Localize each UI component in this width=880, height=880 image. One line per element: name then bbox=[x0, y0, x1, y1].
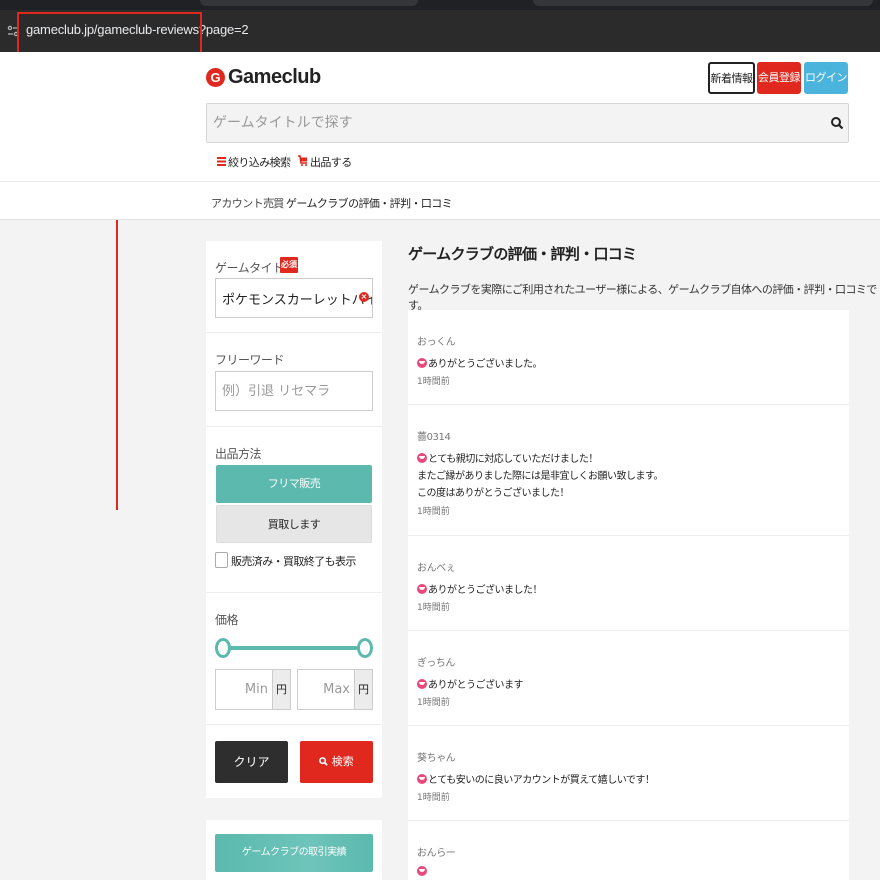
news-button[interactable]: 新着情報 bbox=[708, 62, 755, 94]
review-comment: ありがとうございました！ bbox=[417, 581, 543, 596]
review-comment: ありがとうございました。 bbox=[417, 355, 543, 370]
buyback-option-button[interactable]: 買取します bbox=[216, 505, 372, 543]
reviewer-name: 葵ちゃん bbox=[417, 753, 456, 764]
search-box bbox=[206, 103, 849, 143]
yen-unit: 円 bbox=[272, 670, 290, 709]
review-text: ありがとうございます bbox=[428, 680, 524, 691]
review-text: またご縁がありました際には是非宜しくお願い致します。 bbox=[417, 471, 664, 482]
review-time: 1時間前 bbox=[417, 698, 450, 708]
show-sold-checkbox[interactable] bbox=[215, 552, 228, 568]
divider bbox=[286, 153, 287, 169]
smile-icon bbox=[417, 773, 427, 784]
url-highlight-annotation bbox=[17, 12, 202, 54]
divider bbox=[206, 426, 382, 427]
search-button[interactable]: 検索 bbox=[300, 741, 373, 783]
page-title: ゲームクラブの評価・評判・口コミ bbox=[408, 245, 637, 263]
price-slider-min-handle[interactable] bbox=[215, 638, 231, 658]
review-item: おんべぇ ありがとうございました！ 1時間前 bbox=[408, 536, 849, 631]
price-slider-track[interactable] bbox=[228, 646, 360, 650]
price-label: 価格 bbox=[215, 613, 239, 627]
search-input[interactable] bbox=[207, 104, 807, 142]
review-time: 1時間前 bbox=[417, 603, 450, 613]
review-item: おっくん ありがとうございました。 1時間前 bbox=[408, 310, 849, 405]
breadcrumb-current: ゲームクラブの評価・評判・口コミ bbox=[286, 197, 453, 210]
search-icon bbox=[319, 757, 328, 766]
review-item: 薔0314 とても親切に対応していただけました！ またご縁がありました際には是非… bbox=[408, 405, 849, 536]
reviewer-name: おんらー bbox=[417, 848, 456, 859]
review-comment: ありがとうございます bbox=[417, 676, 524, 691]
review-text: ありがとうございました。 bbox=[428, 359, 543, 370]
reviewer-name: 薔0314 bbox=[417, 432, 451, 443]
flea-market-option-button[interactable]: フリマ販売 bbox=[216, 465, 372, 503]
sell-link[interactable]: 出品する bbox=[298, 154, 352, 170]
filter-search-link[interactable]: 絞り込み検索 bbox=[217, 154, 291, 170]
sell-label: 出品する bbox=[310, 156, 352, 169]
reviewer-name: おんべぇ bbox=[417, 563, 456, 574]
smile-icon bbox=[417, 357, 427, 368]
reviewer-name: おっくん bbox=[417, 337, 456, 348]
listing-method-label: 出品方法 bbox=[215, 447, 262, 461]
breadcrumb-separator: 〉 bbox=[272, 197, 283, 210]
price-max-placeholder: Max bbox=[323, 682, 350, 697]
search-icon[interactable] bbox=[830, 115, 844, 130]
review-time: 1時間前 bbox=[417, 507, 450, 517]
logo[interactable]: G Gameclub bbox=[206, 66, 321, 89]
smile-icon bbox=[417, 583, 427, 594]
review-item: ぎっちん ありがとうございます 1時間前 bbox=[408, 631, 849, 726]
logo-mark-icon: G bbox=[206, 68, 225, 87]
price-min-input[interactable]: Min 円 bbox=[215, 669, 291, 710]
game-title-input[interactable] bbox=[215, 278, 373, 318]
browser-tab[interactable] bbox=[200, 0, 418, 6]
review-text: とても親切に対応していただけました！ bbox=[428, 454, 598, 465]
browser-tab[interactable] bbox=[533, 0, 873, 6]
search-button-label: 検索 bbox=[331, 755, 354, 768]
yen-unit: 円 bbox=[354, 670, 372, 709]
freeword-input[interactable] bbox=[215, 371, 373, 411]
divider bbox=[206, 332, 382, 333]
cart-icon bbox=[298, 155, 308, 169]
review-text: この度はありがとうございました！ bbox=[417, 488, 570, 499]
review-list: おっくん ありがとうございました。 1時間前 薔0314 とても親切に対応してい… bbox=[408, 310, 849, 880]
review-time: 1時間前 bbox=[417, 377, 450, 387]
review-comment bbox=[417, 866, 428, 876]
logo-text: Gameclub bbox=[228, 66, 321, 88]
review-text: ありがとうございました！ bbox=[428, 585, 543, 596]
browser-tab-strip bbox=[0, 0, 880, 10]
price-max-input[interactable]: Max 円 bbox=[297, 669, 373, 710]
review-comment: とても親切に対応していただけました！ bbox=[417, 450, 598, 465]
freeword-label: フリーワード bbox=[215, 353, 285, 367]
smile-icon bbox=[417, 678, 427, 689]
review-comment: とても安いのに良いアカウントが買えて嬉しいです！ bbox=[417, 771, 655, 786]
show-sold-label[interactable]: 販売済み・買取終了も表示 bbox=[231, 553, 356, 569]
review-text: とても安いのに良いアカウントが買えて嬉しいです！ bbox=[428, 775, 655, 786]
smile-icon bbox=[417, 452, 427, 463]
transaction-results-button[interactable]: ゲームクラブの取引実績 bbox=[215, 834, 373, 872]
review-time: 1時間前 bbox=[417, 793, 450, 803]
clear-input-icon[interactable]: × bbox=[359, 292, 369, 302]
review-item: おんらー bbox=[408, 821, 849, 880]
clear-button[interactable]: クリア bbox=[215, 741, 288, 783]
list-icon bbox=[217, 156, 226, 169]
filter-search-label: 絞り込み検索 bbox=[228, 156, 291, 169]
required-badge: 必須 bbox=[280, 257, 298, 273]
reviewer-name: ぎっちん bbox=[417, 658, 455, 669]
price-min-placeholder: Min bbox=[244, 682, 268, 697]
login-button[interactable]: ログイン bbox=[804, 62, 848, 94]
smile-icon bbox=[417, 866, 427, 876]
divider bbox=[206, 724, 382, 725]
price-slider-max-handle[interactable] bbox=[357, 638, 373, 658]
page-description: ゲームクラブを実際にご利用されたユーザー様による、ゲームクラブ自体への評価・評判… bbox=[408, 283, 877, 312]
divider bbox=[206, 592, 382, 593]
review-item: 葵ちゃん とても安いのに良いアカウントが買えて嬉しいです！ 1時間前 bbox=[408, 726, 849, 821]
register-button[interactable]: 会員登録 bbox=[757, 62, 801, 94]
